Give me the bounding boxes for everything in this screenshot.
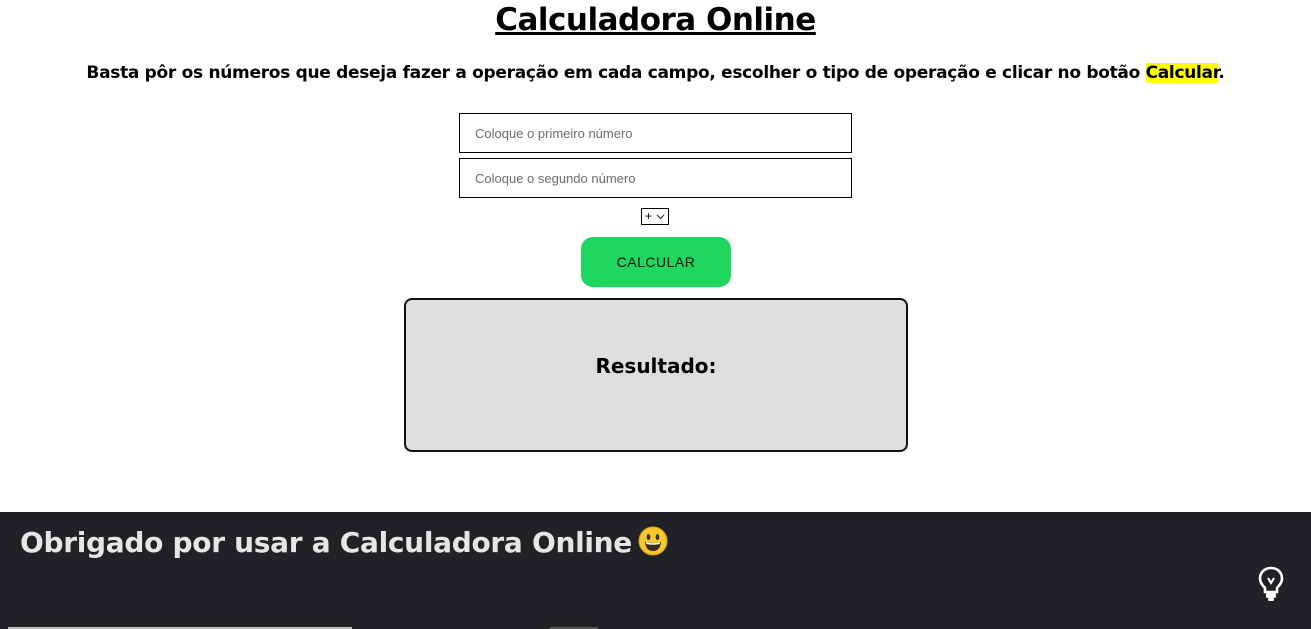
grinning-face-icon <box>638 526 668 556</box>
operation-select[interactable]: + <box>641 208 669 225</box>
first-number-input[interactable] <box>459 113 852 153</box>
instructions-main: Basta pôr os números que deseja fazer a … <box>86 63 1146 83</box>
footer-message-text: Obrigado por usar a Calculadora Online <box>20 526 632 559</box>
result-panel: Resultado: <box>404 298 908 452</box>
instructions-text: Basta pôr os números que deseja fazer a … <box>0 63 1311 83</box>
second-number-input[interactable] <box>459 158 852 198</box>
footer: Obrigado por usar a Calculadora Online <box>0 512 1311 629</box>
operation-selected-value: + <box>645 209 653 223</box>
result-label: Resultado: <box>595 354 717 378</box>
footer-message: Obrigado por usar a Calculadora Online <box>20 526 668 559</box>
calculate-button[interactable]: CALCULAR <box>581 237 731 287</box>
calculator-page: Calculadora Online Basta pôr os números … <box>0 0 1311 629</box>
instructions-highlight: Calcular <box>1145 63 1219 83</box>
chevron-down-icon <box>656 209 665 229</box>
page-title: Calculadora Online <box>495 2 816 38</box>
instructions-end: . <box>1218 63 1225 83</box>
lightbulb-icon[interactable] <box>1257 566 1285 602</box>
